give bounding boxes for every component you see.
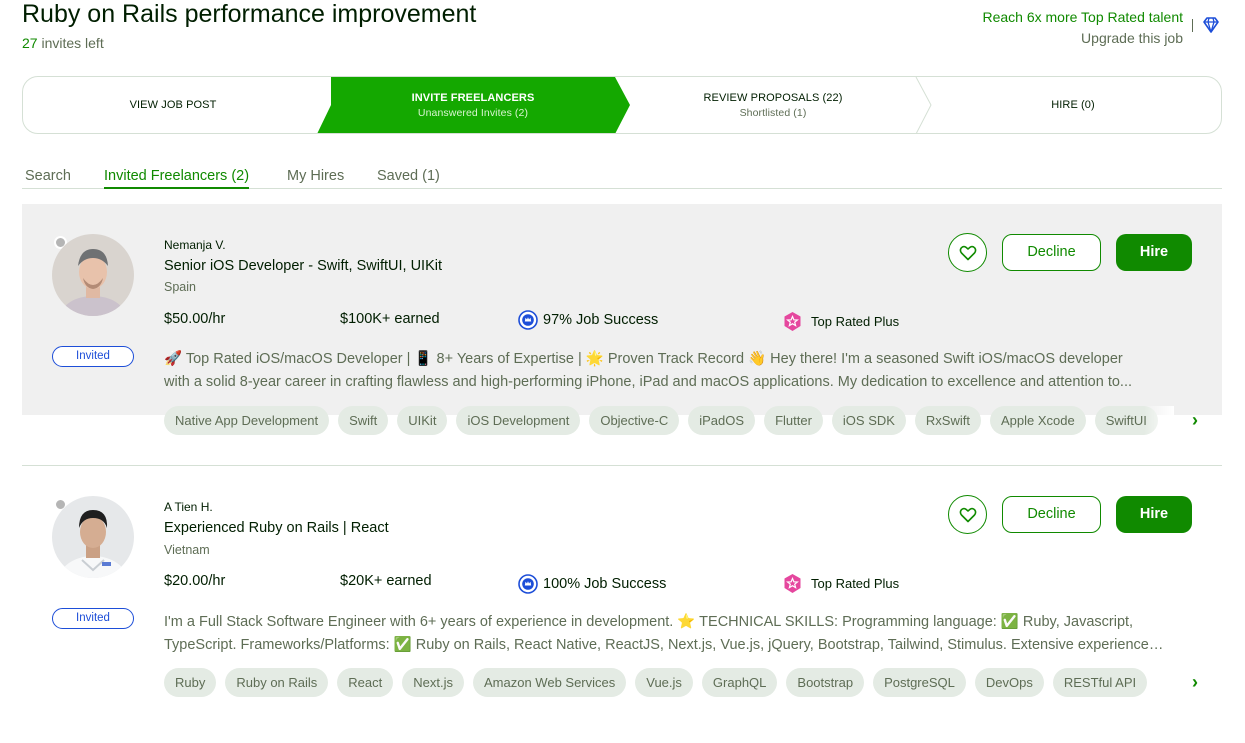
skill-chip[interactable]: iPadOS — [688, 406, 756, 435]
diamond-icon[interactable] — [1201, 15, 1221, 35]
skill-chip[interactable]: Next.js — [402, 668, 464, 697]
skill-chip[interactable]: DevOps — [974, 668, 1044, 697]
job-success-label: 97% Job Success — [543, 312, 659, 328]
description-line: 🚀 Top Rated iOS/macOS Developer | 📱 8+ Y… — [164, 351, 1123, 367]
top-rated-plus-icon — [784, 312, 801, 331]
step-sublabel: Shortlisted (1) — [739, 106, 807, 119]
hourly-rate: $50.00/hr — [164, 311, 226, 327]
freelancer-description[interactable]: I'm a Full Stack Software Engineer with … — [164, 611, 1164, 657]
tab-search[interactable]: Search — [25, 168, 71, 189]
invites-suffix: invites left — [37, 35, 104, 51]
skill-chip[interactable]: Objective-C — [589, 406, 680, 435]
page-title: Ruby on Rails performance improvement — [22, 0, 477, 28]
freelancer-name[interactable]: Nemanja V. — [164, 238, 226, 252]
skill-chip[interactable]: RxSwift — [914, 406, 981, 435]
reach-more-link[interactable]: Reach 6x more Top Rated talent — [982, 7, 1183, 28]
step-label: INVITE FREELANCERS — [411, 91, 535, 104]
freelancer-name[interactable]: A Tien H. — [164, 500, 213, 514]
avatar[interactable] — [52, 496, 134, 578]
step-label: REVIEW PROPOSALS (22) — [703, 91, 843, 104]
job-success-icon — [518, 310, 538, 330]
tab-my-hires[interactable]: My Hires — [287, 168, 344, 189]
freelancer-title[interactable]: Experienced Ruby on Rails | React — [164, 520, 389, 536]
invites-count: 27 — [22, 35, 38, 51]
total-earned: $100K+ earned — [340, 311, 440, 327]
tab-invited-freelancers[interactable]: Invited Freelancers (2) — [104, 168, 250, 189]
hiring-stepper: VIEW JOB POST INVITE FREELANCERS Unanswe… — [22, 76, 1222, 134]
step-label: VIEW JOB POST — [129, 99, 217, 111]
top-rated-plus-icon — [784, 574, 801, 593]
invited-status-badge: Invited — [52, 608, 134, 629]
job-success: 97% Job Success — [518, 310, 658, 330]
skill-chip[interactable]: Swift — [338, 406, 389, 435]
job-success: 100% Job Success — [518, 574, 666, 594]
skill-chip[interactable]: Amazon Web Services — [473, 668, 627, 697]
top-rated-badge: Top Rated Plus — [782, 311, 899, 332]
skill-chip[interactable]: Native App Development — [164, 406, 330, 435]
skill-chip[interactable]: React — [337, 668, 394, 697]
skill-chip[interactable]: Ruby on Rails — [225, 668, 329, 697]
chevron-right-icon[interactable]: › — [1192, 672, 1198, 693]
upgrade-promo[interactable]: Reach 6x more Top Rated talent Upgrade t… — [982, 7, 1183, 49]
heart-icon — [959, 507, 976, 522]
decline-button[interactable]: Decline — [1002, 496, 1101, 533]
invites-left: 27 invites left — [22, 35, 104, 51]
skill-chip[interactable]: Vue.js — [635, 668, 693, 697]
skill-chip[interactable]: Bootstrap — [786, 668, 865, 697]
freelancer-title[interactable]: Senior iOS Developer - Swift, SwiftUI, U… — [164, 258, 442, 274]
description-line: I'm a Full Stack Software Engineer with … — [164, 614, 1134, 630]
skills-list: Ruby Ruby on Rails React Next.js Amazon Web … — [164, 668, 1174, 698]
save-freelancer-button[interactable] — [948, 233, 987, 272]
job-success-label: 100% Job Success — [543, 576, 667, 592]
skill-chip[interactable]: iOS Development — [456, 406, 581, 435]
skill-chip[interactable]: iOS SDK — [831, 406, 906, 435]
job-success-icon — [518, 574, 538, 594]
freelancer-description[interactable]: 🚀 Top Rated iOS/macOS Developer | 📱 8+ Y… — [164, 348, 1164, 394]
top-rated-label: Top Rated Plus — [811, 314, 900, 329]
skill-chip[interactable]: UIKit — [397, 406, 448, 435]
skill-chip[interactable]: Flutter — [764, 406, 823, 435]
tab-bar: Search Invited Freelancers (2) My Hires … — [22, 164, 1222, 189]
skills-fade — [1144, 406, 1174, 436]
decline-button[interactable]: Decline — [1002, 234, 1101, 271]
invited-status-badge: Invited — [52, 346, 134, 367]
save-freelancer-button[interactable] — [948, 495, 987, 534]
description-line: TypeScript. Frameworks/Platforms: ✅ Ruby… — [164, 637, 1164, 653]
avatar[interactable] — [52, 234, 134, 316]
hire-button[interactable]: Hire — [1116, 234, 1192, 271]
step-invite-freelancers[interactable]: INVITE FREELANCERS Unanswered Invites (2… — [323, 77, 623, 133]
skill-chip[interactable]: Ruby — [164, 668, 217, 697]
freelancer-card-content: Invited Nemanja V. Senior iOS Developer … — [22, 204, 1222, 466]
freelancer-country: Spain — [164, 280, 196, 294]
description-line: with a solid 8-year career in crafting f… — [164, 374, 1133, 390]
top-rated-badge: Top Rated Plus — [782, 573, 899, 594]
top-rated-label: Top Rated Plus — [811, 576, 900, 591]
upgrade-job-link[interactable]: Upgrade this job — [982, 28, 1183, 49]
step-review-proposals[interactable]: REVIEW PROPOSALS (22) Shortlisted (1) — [623, 77, 923, 133]
chevron-right-icon[interactable]: › — [1192, 410, 1198, 431]
skills-list: Native App Development Swift UIKit iOS Deve… — [164, 406, 1174, 436]
skill-chip[interactable]: Apple Xcode — [989, 406, 1086, 435]
hire-button[interactable]: Hire — [1116, 496, 1192, 533]
step-view-job-post[interactable]: VIEW JOB POST — [23, 77, 323, 133]
divider — [1192, 19, 1193, 32]
heart-icon — [959, 245, 976, 260]
step-sublabel: Unanswered Invites (2) — [417, 106, 529, 119]
total-earned: $20K+ earned — [340, 573, 432, 589]
freelancer-card[interactable]: Invited A Tien H. Experienced Ruby on Ra… — [22, 466, 1222, 743]
freelancer-country: Vietnam — [164, 543, 210, 557]
hourly-rate: $20.00/hr — [164, 573, 226, 589]
step-label: HIRE (0) — [1051, 99, 1095, 111]
step-hire[interactable]: HIRE (0) — [923, 77, 1221, 133]
skill-chip[interactable]: RESTful API — [1052, 668, 1148, 697]
tab-saved[interactable]: Saved (1) — [377, 168, 440, 189]
skill-chip[interactable]: GraphQL — [701, 668, 778, 697]
skill-chip[interactable]: PostgreSQL — [873, 668, 966, 697]
